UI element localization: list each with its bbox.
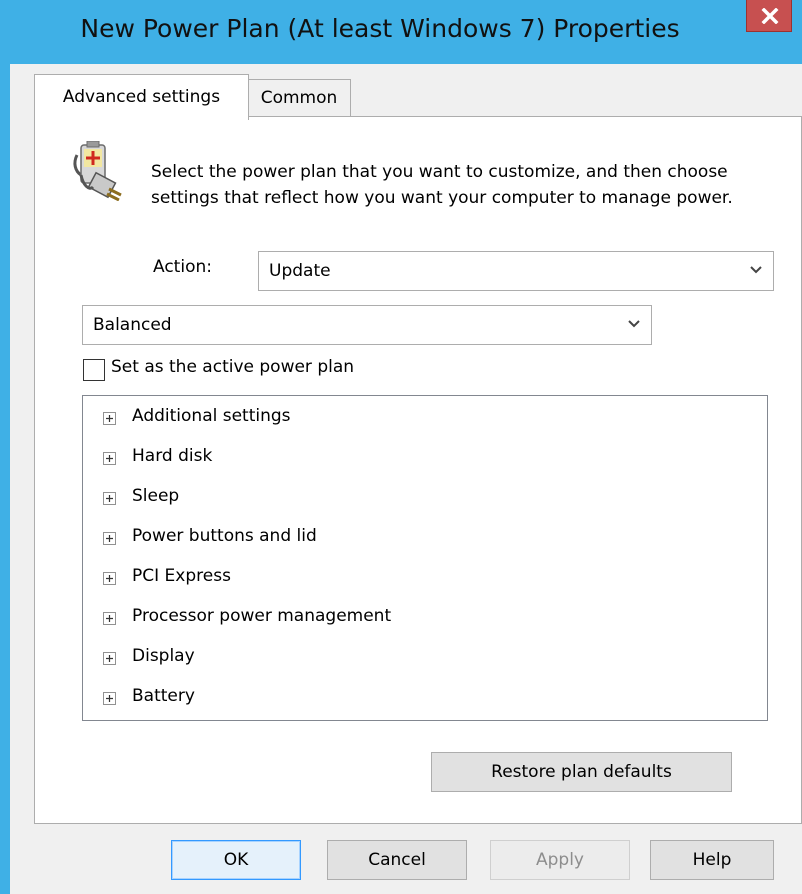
window-title: New Power Plan (At least Windows 7) Prop…: [80, 14, 680, 43]
plus-expander-icon[interactable]: [103, 612, 116, 625]
plus-expander-icon[interactable]: [103, 412, 116, 425]
tree-item-label: Sleep: [132, 486, 180, 506]
dialog-body: Advanced settings Common Select the powe…: [10, 64, 802, 894]
tree-item-label: Processor power management: [132, 606, 392, 626]
tree-item-label: Battery: [132, 686, 195, 706]
title-bar[interactable]: New Power Plan (At least Windows 7) Prop…: [0, 0, 802, 64]
plus-expander-icon[interactable]: [103, 652, 116, 665]
power-plan-icon: [73, 141, 122, 201]
ok-button[interactable]: OK: [171, 840, 301, 880]
action-label: Action:: [153, 257, 212, 277]
settings-tree: Additional settings Hard disk Sleep Powe…: [82, 395, 768, 721]
cancel-button[interactable]: Cancel: [327, 840, 467, 880]
tree-item-label: Power buttons and lid: [132, 526, 317, 546]
active-plan-checkbox-label[interactable]: Set as the active power plan: [111, 357, 354, 377]
restore-plan-defaults-button[interactable]: Restore plan defaults: [431, 752, 732, 792]
active-plan-checkbox[interactable]: [83, 359, 105, 381]
action-dropdown-value: Update: [269, 261, 331, 281]
help-button[interactable]: Help: [650, 840, 774, 880]
close-icon: [761, 8, 779, 24]
description-text: Select the power plan that you want to c…: [151, 162, 733, 208]
plus-expander-icon[interactable]: [103, 452, 116, 465]
tab-advanced-settings[interactable]: Advanced settings: [34, 74, 249, 120]
close-button[interactable]: [746, 0, 792, 32]
tree-item-label: Hard disk: [132, 446, 213, 466]
apply-button[interactable]: Apply: [490, 840, 630, 880]
tree-item-label: PCI Express: [132, 566, 231, 586]
plus-expander-icon[interactable]: [103, 692, 116, 705]
tree-item-label: Additional settings: [132, 406, 291, 426]
chevron-down-icon: [628, 320, 640, 328]
tab-common[interactable]: Common: [247, 79, 351, 117]
properties-window: New Power Plan (At least Windows 7) Prop…: [0, 0, 802, 894]
power-plan-dropdown-value: Balanced: [93, 315, 172, 335]
power-plan-dropdown[interactable]: Balanced: [82, 305, 652, 345]
action-dropdown[interactable]: Update: [258, 251, 774, 291]
chevron-down-icon: [750, 266, 762, 274]
plus-expander-icon[interactable]: [103, 492, 116, 505]
plus-expander-icon[interactable]: [103, 532, 116, 545]
tree-item-label: Display: [132, 646, 195, 666]
advanced-settings-panel: Select the power plan that you want to c…: [34, 116, 802, 824]
plus-expander-icon[interactable]: [103, 572, 116, 585]
